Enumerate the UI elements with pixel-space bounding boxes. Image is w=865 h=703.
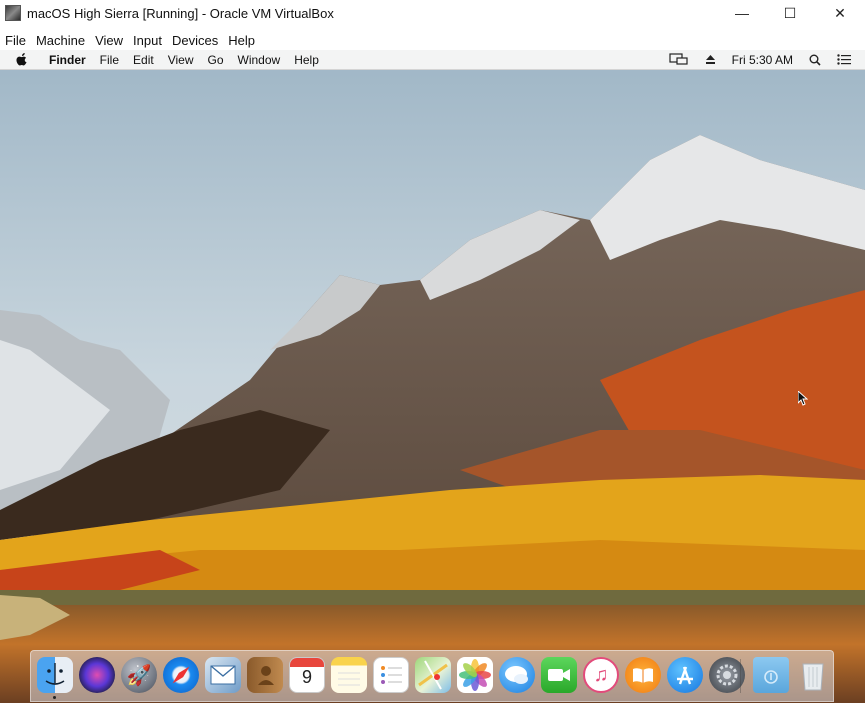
menubar-status-area: Fri 5:30 AM [661,50,865,69]
guest-display[interactable]: Finder File Edit View Go Window Help Fri… [0,50,865,703]
menubar-clock[interactable]: Fri 5:30 AM [732,53,793,67]
messages-icon[interactable] [499,657,535,693]
mac-menu-go[interactable]: Go [201,53,231,67]
host-menu-devices[interactable]: Devices [167,33,223,48]
photos-icon[interactable] [457,657,493,693]
dock: 🚀 9 ♫ [30,650,834,702]
host-menu-machine[interactable]: Machine [31,33,90,48]
dock-separator [740,659,741,693]
mouse-cursor [798,391,808,406]
desktop-wallpaper [0,50,865,703]
launchpad-icon[interactable]: 🚀 [121,657,157,693]
itunes-icon[interactable]: ♫ [583,657,619,693]
mac-menu-view[interactable]: View [161,53,201,67]
safari-icon[interactable] [163,657,199,693]
notification-center-icon[interactable] [837,54,851,65]
minimize-button[interactable]: — [719,0,765,26]
reminders-icon[interactable] [373,657,409,693]
siri-icon[interactable] [79,657,115,693]
airplay-display-icon[interactable] [669,53,689,66]
maps-icon[interactable] [415,657,451,693]
spotlight-search-icon[interactable] [809,54,821,66]
calendar-icon[interactable]: 9 [289,657,325,693]
window-titlebar: macOS High Sierra [Running] - Oracle VM … [0,0,865,26]
mac-menu-help[interactable]: Help [287,53,326,67]
calendar-day-number: 9 [301,667,312,687]
finder-running-indicator [53,696,56,699]
host-menu-file[interactable]: File [0,33,31,48]
host-menubar: File Machine View Input Devices Help [0,30,865,50]
mac-menu-window[interactable]: Window [231,53,288,67]
host-menu-input[interactable]: Input [128,33,167,48]
downloads-folder-icon[interactable] [753,657,789,693]
contacts-icon[interactable] [247,657,283,693]
virtualbox-app-icon [5,5,21,21]
close-button[interactable]: ✕ [817,0,863,26]
mac-menu-edit[interactable]: Edit [126,53,161,67]
window-title: macOS High Sierra [Running] - Oracle VM … [27,5,334,21]
app-store-icon[interactable] [667,657,703,693]
host-menu-view[interactable]: View [90,33,128,48]
mac-menubar: Finder File Edit View Go Window Help Fri… [0,50,865,70]
mac-menu-finder[interactable]: Finder [42,53,93,67]
ibooks-icon[interactable] [625,657,661,693]
facetime-icon[interactable] [541,657,577,693]
maximize-button[interactable]: ☐ [767,0,813,26]
finder-icon[interactable] [37,657,73,693]
apple-icon[interactable] [16,53,28,66]
notes-icon[interactable] [331,657,367,693]
host-menu-help[interactable]: Help [223,33,260,48]
eject-icon[interactable] [705,54,716,65]
trash-icon[interactable] [795,657,831,693]
mail-icon[interactable] [205,657,241,693]
mac-menu-file[interactable]: File [93,53,126,67]
